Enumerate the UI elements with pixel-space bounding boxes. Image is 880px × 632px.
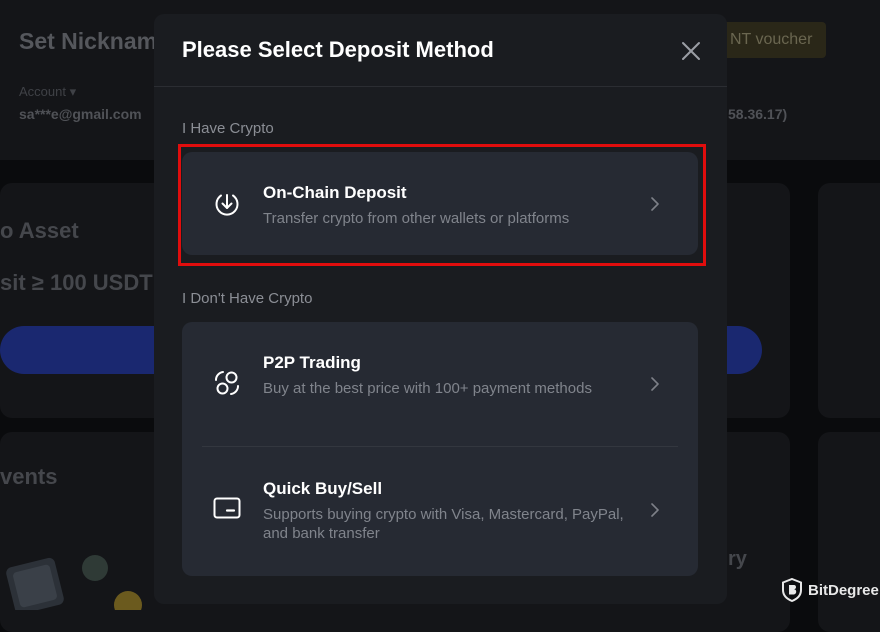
bitdegree-shield-icon	[782, 578, 802, 602]
background-voucher-badge: NT voucher	[716, 22, 827, 58]
p2p-exchange-icon	[214, 371, 240, 395]
highlight-box	[178, 144, 706, 266]
chevron-right-icon	[651, 377, 659, 391]
p2p-trading-description: Buy at the best price with 100+ payment …	[263, 380, 592, 397]
modal-header: Please Select Deposit Method	[154, 14, 727, 87]
chevron-right-icon	[651, 503, 659, 517]
background-ip: 58.36.17)	[728, 106, 788, 122]
background-events-heading: vents	[0, 464, 58, 489]
background-nickname: Set Nicknam	[19, 28, 158, 54]
quick-buy-sell-title: Quick Buy/Sell	[263, 479, 383, 498]
background-side-card	[818, 183, 880, 418]
p2p-trading-title: P2P Trading	[263, 353, 361, 372]
watermark-text: BitDegree	[808, 581, 879, 599]
quick-buy-sell-description: Supports buying crypto with Visa, Master…	[263, 506, 624, 542]
no-crypto-card: P2P Trading Buy at the best price with 1…	[182, 322, 698, 576]
modal-title: Please Select Deposit Method	[182, 37, 494, 62]
deposit-method-modal: Please Select Deposit Method I Have Cryp…	[154, 14, 727, 604]
close-icon[interactable]	[678, 38, 704, 64]
bitdegree-watermark: BitDegree	[782, 577, 879, 603]
credit-card-icon	[213, 497, 241, 519]
section-label-no-crypto: I Don't Have Crypto	[182, 290, 313, 307]
quick-buy-sell-option[interactable]: Quick Buy/Sell Supports buying crypto wi…	[182, 447, 698, 576]
background-account-label: Account ▾	[19, 84, 77, 99]
section-label-have-crypto: I Have Crypto	[182, 120, 274, 137]
background-partial-text: ry	[728, 548, 747, 570]
background-email: sa***e@gmail.com	[19, 106, 142, 122]
background-illustration	[6, 555, 142, 610]
background-deposit-heading: sit ≥ 100 USDT	[0, 270, 153, 295]
p2p-trading-option[interactable]: P2P Trading Buy at the best price with 1…	[182, 322, 698, 446]
background-asset-heading: o Asset	[0, 218, 79, 243]
